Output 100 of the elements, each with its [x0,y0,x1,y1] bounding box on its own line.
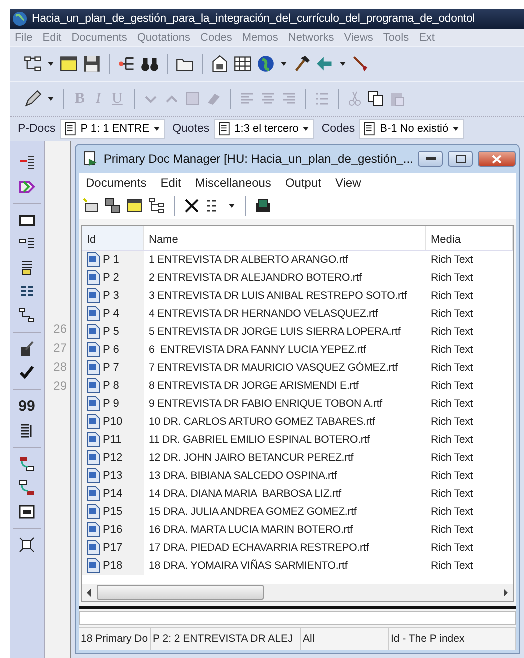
menu-item[interactable]: Networks [283,32,340,44]
table-cell: P 1 [103,254,120,266]
menu-item[interactable]: View [328,176,368,190]
table-cell-text: 18 DRA. YOMAIRA VIÑAS SARMIENTO.rtf [148,560,349,572]
edit-icon[interactable] [19,341,35,357]
globe-icon[interactable] [257,55,275,73]
table-cell-text: 12 DR. JOHN JAIRO BETANCUR PEREZ.rtf [148,452,355,464]
table-cell-text: 11 DR. GABRIEL EMILIO ESPINAL BOTERO.rtf [148,434,371,446]
text-lines-icon[interactable] [19,423,35,439]
status-text: P 2: 2 ENTREVISTA DR ALEJ [151,628,301,650]
documents-icon[interactable] [255,198,271,214]
table-cell-text: 17 DRA. PIEDAD ECHAVARRIA RESTREPO.rtf [148,542,370,554]
copy-icon[interactable] [368,91,384,107]
list-icon[interactable] [64,122,78,136]
table-cell-text: Rich Text [430,542,474,554]
table-cell-text: 15 DRA. JULIA ANDREA GOMEZ GOMEZ.rtf [148,506,358,518]
dropdown[interactable]: B-1 No existió [359,119,464,139]
table-cell-text: 6 ENTREVISTA DRA FANNY LUCIA YEPEZ.rtf [148,344,368,356]
list-icon[interactable] [218,122,232,136]
table-cell-text: 4 ENTREVISTA DR HERNANDO VELASQUEZ.rtf [148,308,380,320]
minimize-button[interactable] [418,151,444,167]
network-icon[interactable] [149,198,165,214]
code-tag-icon[interactable] [19,179,35,195]
globe-icon[interactable] [12,11,28,27]
menu-item[interactable]: Tools [378,32,414,44]
copy-icon[interactable] [105,198,121,214]
scrollbar-thumb[interactable] [97,585,264,600]
table-cell: P 4 [103,308,120,320]
pen-icon[interactable] [24,90,42,108]
close-button[interactable] [478,151,516,167]
delete-icon[interactable] [184,198,200,214]
maximize-button[interactable] [448,151,474,167]
window-icon[interactable] [127,198,143,214]
scroll-right-icon[interactable] [502,588,510,598]
window-icon[interactable] [60,55,78,73]
column-header[interactable]: Name [144,226,426,250]
hammer-icon[interactable] [293,55,311,73]
column-header[interactable]: Id [82,226,144,250]
scroll-left-icon[interactable] [85,588,93,598]
connector-icon[interactable] [19,308,35,324]
table-cell-text: 16 DRA. MARTA LUCIA MARIN BOTERO.rtf [148,524,354,536]
input-field[interactable] [79,611,516,625]
menu-item[interactable]: File [10,32,38,44]
table-cell-text: Rich Text [430,416,474,428]
menu-item[interactable]: Memos [237,32,284,44]
caret-icon[interactable] [228,202,236,210]
dropdown[interactable]: 1:3 el tercero [214,119,314,139]
caret-icon[interactable] [302,125,310,133]
caret-icon[interactable] [452,125,460,133]
new-document-icon[interactable] [83,198,99,214]
menu-item[interactable]: Views [339,32,378,44]
close-icon [492,154,502,164]
menu-item[interactable]: Edit [154,176,188,190]
table-cell: P12 [103,452,123,464]
maximize-icon [456,155,466,163]
caret-icon[interactable] [47,95,55,103]
table-cell-text: 14 DRA. DIANA MARIA BARBOSA LIZ.rtf [148,488,343,500]
menu-item[interactable]: Documents [66,32,132,44]
expand-icon[interactable] [19,537,35,553]
menu-item[interactable]: Codes [196,32,238,44]
menu-item[interactable]: Documents [79,176,154,190]
menu-item[interactable]: Ext [414,32,440,44]
list-icon[interactable] [363,122,378,136]
table-cell-text: Rich Text [430,488,474,500]
caret-icon[interactable] [339,60,347,68]
menu-item[interactable]: Miscellaneous [188,176,278,190]
table-cell-text: Rich Text [430,452,474,464]
caret-icon[interactable] [152,125,161,133]
menu-item[interactable]: Output [278,176,328,190]
status-text: Id - The P index [389,628,516,650]
selector-label: P-Docs [17,123,56,135]
link-icon[interactable] [19,456,35,472]
table-cell: P 3 [103,290,120,302]
menu-item[interactable]: Edit [38,32,67,44]
table-cell-text: 13 DRA. BIBIANA SALCEDO OSPINA.rtf [148,470,338,482]
frame-icon[interactable] [19,504,35,520]
link-icon[interactable] [19,480,35,496]
window-title: Primary Doc Manager [HU: Hacia_un_plan_de_gestión_... [104,152,414,166]
table-cell-text: Rich Text [430,308,474,320]
column-header[interactable]: Media [426,226,513,250]
table-cell: P 8 [103,380,120,392]
network-icon[interactable] [24,55,42,73]
menu-item[interactable]: Quotations [132,32,196,44]
caret-icon[interactable] [280,60,288,68]
dropdown[interactable]: P 1: 1 ENTRE [60,119,165,139]
caret-icon[interactable] [47,60,55,68]
stack-icon[interactable] [19,260,35,276]
back-arrow-icon[interactable] [316,55,334,73]
import-icon[interactable] [19,155,35,171]
table-cell-text: 5 ENTREVISTA DR JORGE LUIS SIERRA LOPERA.rtf [148,326,402,338]
brush-icon[interactable] [352,55,370,73]
save-icon[interactable] [83,55,101,73]
table-cell: P 6 [103,344,120,356]
table-cell: P 2 [103,272,120,284]
check-icon[interactable] [19,365,35,381]
table-icon[interactable] [234,55,252,73]
quote-button[interactable]: 99 [18,398,36,415]
rectangle-icon[interactable] [19,212,35,228]
line-number: 26 [54,321,67,338]
table-cell: P11 [103,434,122,446]
